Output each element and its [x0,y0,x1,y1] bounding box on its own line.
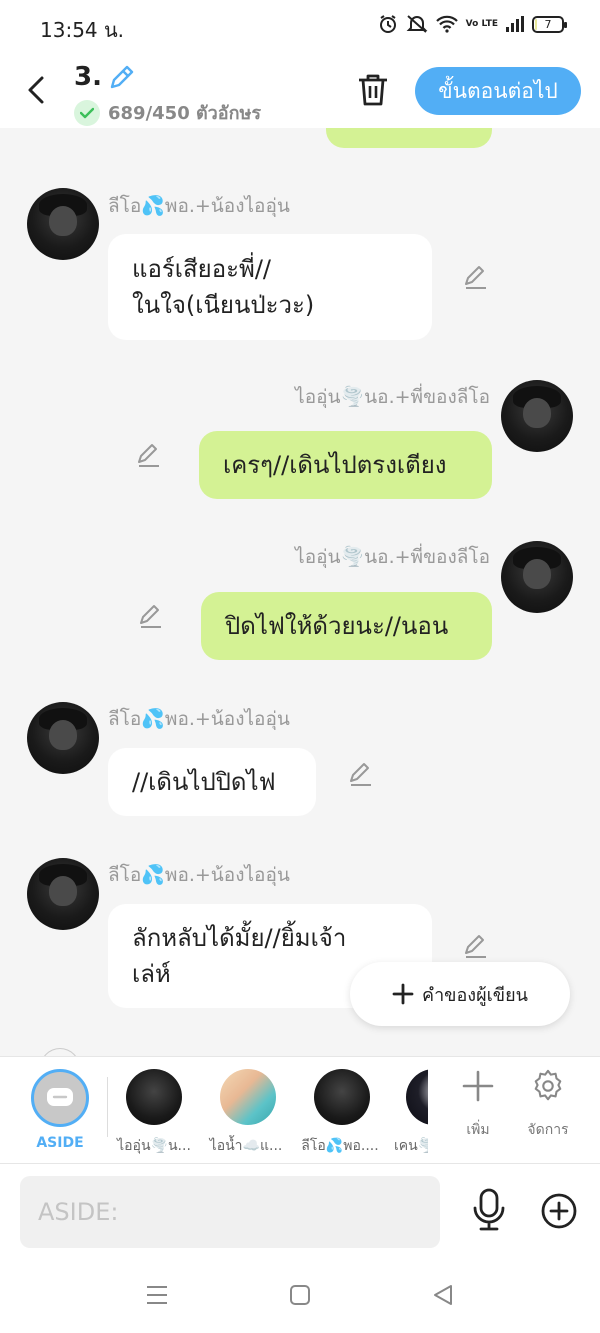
message-line: ลักหลับได้มั้ย//ยิ้มเจ้า [132,924,347,952]
signal-icon [506,16,524,32]
message-line: ในใจ(เนียนป่ะวะ) [132,291,315,319]
battery-level-fill [535,18,537,30]
mute-icon [406,15,428,33]
partial-message-bubble[interactable] [326,128,492,148]
trash-icon[interactable] [356,72,390,108]
pencil-icon[interactable] [136,442,162,468]
back-arrow-icon[interactable] [24,72,52,108]
gear-icon [534,1069,562,1101]
sender-name: ลีโอ💦พอ.+น้องไออุ่น [108,708,290,730]
message-bubble[interactable]: แอร์เสียอะพี่// ในใจ(เนียนป่ะวะ) [108,234,432,340]
back-triangle-icon[interactable] [432,1284,454,1306]
aside-label: ASIDE [36,1135,84,1151]
next-step-button[interactable]: ขั้นตอนต่อไป [415,67,581,115]
status-icons: Vo LTE 7 [378,14,567,34]
chapter-title-area[interactable]: 3. [74,62,136,92]
plus-icon [462,1070,494,1102]
avatar[interactable] [501,380,573,452]
check-icon [74,99,100,126]
battery-icon: 7 [532,15,567,33]
character-selector: ASIDE ไออุ่น🌪️น... ไอน้ำ☁️แ... ลีโอ💦พอ..… [0,1056,600,1164]
pencil-icon[interactable] [138,603,164,629]
character-avatar[interactable] [406,1069,428,1125]
character-avatar[interactable] [126,1069,182,1125]
character-avatar[interactable] [314,1069,370,1125]
pencil-icon[interactable] [463,264,489,290]
speech-bubble-icon [47,1088,73,1106]
menu-icon[interactable] [146,1284,168,1306]
manage-label: จัดการ [527,1122,569,1138]
character-name: เคน🌪️ [394,1138,428,1154]
message-line: เล่ห์ [132,960,171,988]
message-input[interactable] [20,1176,440,1248]
wifi-icon [435,15,458,33]
pencil-icon[interactable] [463,933,489,959]
microphone-icon[interactable] [470,1188,508,1232]
alarm-icon [379,15,396,33]
partial-avatar [40,1048,80,1056]
pencil-icon[interactable] [108,63,136,91]
volte-label: Vo LTE [465,18,498,29]
divider [107,1077,108,1137]
battery-percent: 7 [544,17,552,31]
sender-name: ลีโอ💦พอ.+น้องไออุ่น [108,864,290,886]
avatar[interactable] [27,188,99,260]
home-icon[interactable] [289,1284,311,1306]
plus-circle-icon[interactable] [540,1192,578,1230]
avatar[interactable] [27,858,99,930]
manage-characters-button[interactable]: จัดการ [518,1069,578,1141]
author-note-label: คำของผู้เขียน [422,984,528,1006]
character-count: 689/450 ตัวอักษร [74,98,261,127]
message-bubble[interactable]: เครๆ//เดินไปตรงเตียง [199,431,492,499]
system-nav-bar [0,1256,600,1333]
sender-name: ไออุ่น🌪️นอ.+พี่ของลีโอ [295,546,490,568]
aside-selector[interactable] [31,1069,89,1127]
author-note-button[interactable]: คำของผู้เขียน [350,962,570,1026]
plus-icon [392,983,414,1005]
message-line: เครๆ//เดินไปตรงเตียง [223,451,447,479]
status-bar: 13:54 น. Vo LTE 7 [0,0,600,52]
char-count-text: 689/450 ตัวอักษร [108,103,262,124]
chat-area[interactable]: ลีโอ💦พอ.+น้องไออุ่น แอร์เสียอะพี่// ในใจ… [0,128,600,1056]
message-bubble[interactable]: ปิดไฟให้ด้วยนะ//นอน [201,592,492,660]
pencil-icon[interactable] [348,761,374,787]
avatar[interactable] [27,702,99,774]
message-line: แอร์เสียอะพี่// [132,255,271,283]
message-line: //เดินไปปิดไฟ [132,768,276,796]
message-bubble[interactable]: //เดินไปปิดไฟ [108,748,316,816]
character-name: ไออุ่น🌪️น... [117,1138,191,1154]
avatar[interactable] [501,541,573,613]
character-name: ไอน้ำ☁️แ... [209,1138,283,1154]
sender-name: ไออุ่น🌪️นอ.+พี่ของลีโอ [295,386,490,408]
character-avatar[interactable] [220,1069,276,1125]
message-composer [0,1164,600,1256]
status-time: 13:54 น. [40,18,125,42]
message-line: ปิดไฟให้ด้วยนะ//นอน [225,612,449,640]
add-character-button[interactable]: เพิ่ม [448,1069,508,1141]
add-label: เพิ่ม [466,1122,490,1138]
chapter-title: 3. [74,62,102,92]
sender-name: ลีโอ💦พอ.+น้องไออุ่น [108,195,290,217]
chapter-header: 3. 689/450 ตัวอักษร ขั้นตอนต่อไป [0,52,600,128]
character-name: ลีโอ💦พอ.... [301,1138,379,1154]
